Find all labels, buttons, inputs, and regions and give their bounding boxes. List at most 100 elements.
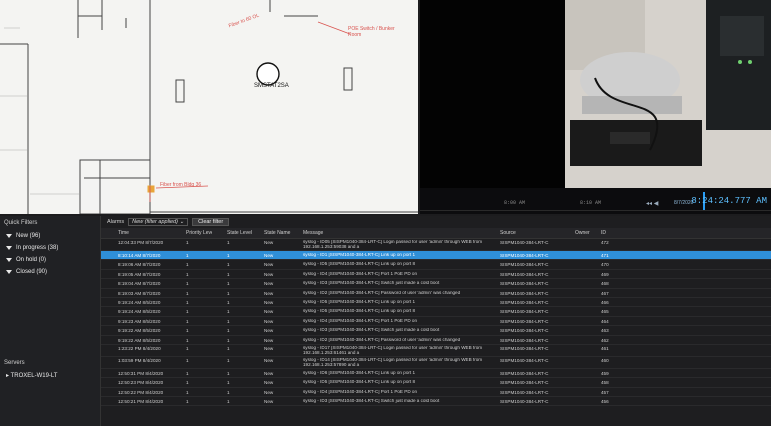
filter-on-hold[interactable]: On hold (0) bbox=[0, 254, 100, 266]
alarm-source: SISPM1040-384-LRT-C bbox=[500, 281, 549, 287]
alarm-time: 8:19:06 AM 8/7/2020 bbox=[118, 262, 161, 268]
alarm-source: SISPM1040-384-LRT-C bbox=[500, 318, 549, 324]
alarm-state-level: 1 bbox=[227, 318, 230, 324]
column-header-state-name[interactable]: State Name bbox=[264, 230, 294, 236]
alarm-table-body: 12:04:33 PM 8/7/2020 1 1 New syslog - ID05 [… bbox=[101, 239, 771, 407]
alarm-priority: 1 bbox=[186, 328, 189, 334]
column-header-time[interactable]: Time bbox=[118, 230, 182, 236]
table-row[interactable]: 1:03:59 PM 8/4/2020 1 1 New syslog - ID14 [S… bbox=[101, 357, 771, 369]
filter-icon bbox=[6, 234, 12, 238]
alarm-source: SISPM1040-384-LRT-C bbox=[500, 309, 549, 315]
table-row[interactable]: 12:50:21 PM 8/4/2020 1 1 New syslog - ID3 [S… bbox=[101, 397, 771, 407]
alarm-source: SISPM1040-384-LRT-C bbox=[500, 357, 549, 363]
clear-filter-button[interactable]: Clear filter bbox=[192, 218, 230, 226]
filter-select-value: New (filter applied) bbox=[132, 219, 178, 225]
alarm-message: syslog - ID4 [SISPM1040-384-LRT-C] Port … bbox=[303, 271, 418, 276]
alarm-message: syslog - ID3 [SISPM1040-384-LRT-C] Switc… bbox=[303, 328, 440, 333]
column-header-source[interactable]: Source bbox=[500, 230, 572, 236]
alarm-id: 466 bbox=[601, 299, 609, 305]
alarm-priority: 1 bbox=[186, 290, 189, 296]
alarm-state-level: 1 bbox=[227, 380, 230, 386]
alarm-state-name: New bbox=[264, 370, 274, 376]
table-row[interactable]: 9:19:24 AM 8/5/2020 1 1 New syslog - ID5 [SI… bbox=[101, 298, 771, 308]
alarm-state-level: 1 bbox=[227, 271, 230, 277]
alarm-message: syslog - ID5 [SISPM1040-384-LRT-C] Link … bbox=[303, 380, 416, 385]
alarm-message: syslog - ID3 [SISPM1040-384-LRT-C] Switc… bbox=[303, 281, 440, 286]
alarm-state-name: New bbox=[264, 271, 274, 277]
playback-controls[interactable]: ◂◂ ◀ bbox=[646, 200, 658, 207]
table-row[interactable]: 9:19:22 AM 8/5/2020 1 1 New syslog - ID2 [SI… bbox=[101, 336, 771, 345]
alarm-state-name: New bbox=[264, 240, 274, 245]
filter-label: Closed (90) bbox=[16, 269, 48, 275]
column-header-priority[interactable]: Priority Level bbox=[186, 230, 212, 236]
table-row[interactable]: 8:10:14 AM 8/7/2020 1 1 New syslog - ID1 [SI… bbox=[101, 251, 771, 261]
column-header-owner[interactable]: Owner bbox=[575, 230, 599, 236]
alarm-priority: 1 bbox=[186, 309, 189, 315]
alarm-priority: 1 bbox=[186, 271, 189, 277]
table-row[interactable]: 1:23:22 PM 8/4/2020 1 1 New syslog - ID17 [S… bbox=[101, 345, 771, 357]
alarm-id: 464 bbox=[601, 318, 609, 324]
alarm-message: syslog - ID5 [SISPM1040-384-LRT-C] Link … bbox=[303, 262, 416, 267]
quick-filters-title: Quick Filters bbox=[4, 220, 38, 226]
alarm-priority: 1 bbox=[186, 337, 189, 343]
alarm-state-level: 1 bbox=[227, 399, 230, 405]
alarm-priority: 1 bbox=[186, 240, 189, 245]
filter-in-progress[interactable]: In progress (38) bbox=[0, 242, 100, 254]
video-timeline[interactable]: 8:00 AM 8:10 AM ◂◂ ◀ 8/7/2020 8:24:24.77… bbox=[420, 188, 771, 214]
alarm-state-name: New bbox=[264, 318, 274, 324]
table-row[interactable]: 8:19:06 AM 8/7/2020 1 1 New syslog - ID5 [SI… bbox=[101, 260, 771, 270]
timeline-track bbox=[420, 210, 771, 211]
alarm-time: 12:50:22 PM 8/4/2020 bbox=[118, 389, 164, 395]
column-header-state[interactable]: State Level bbox=[227, 230, 257, 236]
table-row[interactable]: 8:19:05 AM 8/7/2020 1 1 New syslog - ID4 [SI… bbox=[101, 270, 771, 280]
alarm-time: 12:50:31 PM 8/4/2020 bbox=[118, 370, 164, 376]
filter-new[interactable]: New (96) bbox=[0, 230, 100, 242]
servers-title: Servers bbox=[4, 360, 25, 366]
alarm-time: 9:19:24 AM 8/5/2020 bbox=[118, 309, 161, 315]
column-header-message[interactable]: Message bbox=[303, 230, 499, 236]
alarm-source: SISPM1040-384-LRT-C bbox=[500, 399, 549, 405]
alarm-id: 462 bbox=[601, 337, 609, 343]
table-row[interactable]: 8:19:04 AM 8/7/2020 1 1 New syslog - ID3 [SI… bbox=[101, 279, 771, 289]
alarm-time: 9:19:22 AM 8/5/2020 bbox=[118, 328, 161, 334]
alarm-id: 472 bbox=[601, 240, 609, 245]
table-row[interactable]: 12:50:23 PM 8/4/2020 1 1 New syslog - ID5 [S… bbox=[101, 378, 771, 388]
floor-plan-map[interactable]: Fiber to 60 OL POE Switch / Bunker Room … bbox=[0, 0, 418, 214]
column-header-id[interactable]: ID bbox=[601, 230, 621, 236]
alarms-label: Alarms bbox=[107, 219, 125, 225]
server-item[interactable]: ▸ TROXEL-W19-LT bbox=[0, 370, 100, 381]
chevron-down-icon: ⌄ bbox=[179, 219, 185, 225]
table-row[interactable]: 12:04:33 PM 8/7/2020 1 1 New syslog - ID05 [… bbox=[101, 239, 771, 251]
alarm-time: 1:03:59 PM 8/4/2020 bbox=[118, 357, 161, 363]
alarm-id: 469 bbox=[601, 271, 609, 277]
alarm-priority: 1 bbox=[186, 262, 189, 268]
filter-closed[interactable]: Closed (90) bbox=[0, 266, 100, 278]
alarm-id: 457 bbox=[601, 389, 609, 395]
alarm-message: syslog - ID6 [SISPM1040-384-LRT-C] Link … bbox=[303, 370, 416, 375]
server-label: TROXEL-W19-LT bbox=[10, 373, 58, 379]
alarm-state-name: New bbox=[264, 345, 274, 351]
alarm-state-name: New bbox=[264, 357, 274, 363]
alarm-priority: 1 bbox=[186, 345, 189, 351]
alarm-message: syslog - ID14 [SISPM1040-384-LRT-C] Logi… bbox=[303, 357, 483, 367]
alarm-message: syslog - ID2 [SISPM1040-384-LRT-C] Passw… bbox=[303, 290, 461, 295]
alarm-message: syslog - ID4 [SISPM1040-384-LRT-C] Port … bbox=[303, 318, 418, 323]
alarm-list-panel: Alarms New (filter applied) ⌄ Clear filt… bbox=[101, 216, 771, 426]
device-label: SMSTAT2SA bbox=[254, 83, 289, 89]
table-row[interactable]: 9:19:24 AM 8/5/2020 1 1 New syslog - ID5 [SI… bbox=[101, 307, 771, 317]
alarm-time: 8:19:04 AM 8/7/2020 bbox=[118, 281, 161, 287]
alarm-state-name: New bbox=[264, 309, 274, 315]
alarm-state-level: 1 bbox=[227, 370, 230, 376]
table-row[interactable]: 12:50:22 PM 8/4/2020 1 1 New syslog - ID4 [S… bbox=[101, 388, 771, 398]
table-row[interactable]: 9:19:23 AM 8/5/2020 1 1 New syslog - ID4 [SI… bbox=[101, 317, 771, 327]
alarm-time: 12:04:33 PM 8/7/2020 bbox=[118, 240, 164, 245]
table-row[interactable]: 12:50:31 PM 8/4/2020 1 1 New syslog - ID6 [S… bbox=[101, 369, 771, 379]
alarm-priority: 1 bbox=[186, 399, 189, 405]
device-marker[interactable] bbox=[256, 62, 280, 86]
table-row[interactable]: 9:19:22 AM 8/5/2020 1 1 New syslog - ID3 [SI… bbox=[101, 326, 771, 336]
filter-select[interactable]: New (filter applied) ⌄ bbox=[128, 218, 189, 226]
camera-video-panel[interactable]: 8:00 AM 8:10 AM ◂◂ ◀ 8/7/2020 8:24:24.77… bbox=[420, 0, 771, 214]
alarm-source: SISPM1040-384-LRT-C bbox=[500, 299, 549, 305]
table-row[interactable]: 8:19:03 AM 8/7/2020 1 1 New syslog - ID2 [SI… bbox=[101, 289, 771, 298]
alarm-state-level: 1 bbox=[227, 309, 230, 315]
